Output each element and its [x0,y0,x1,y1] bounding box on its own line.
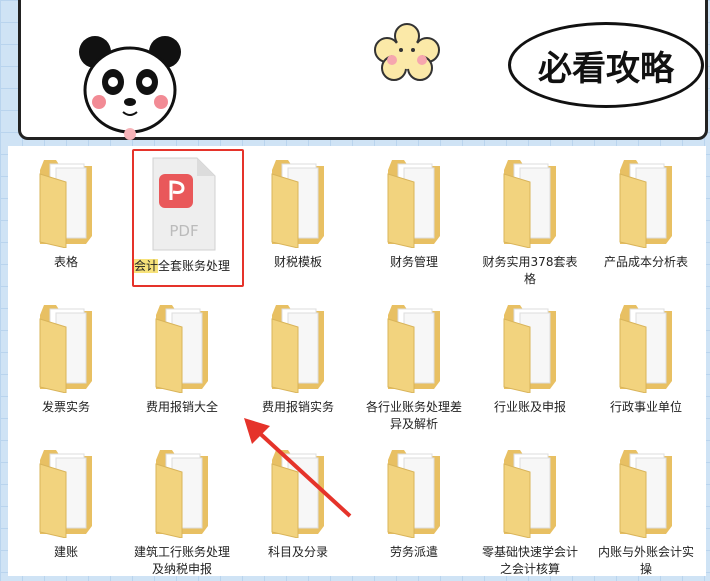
name-text: 零基础快速学会计之会计核算 [481,545,578,576]
name-text: 表格 [53,255,78,269]
name-text: 行政事业单位 [609,400,682,414]
name-text: 财务实用378套表格 [482,255,578,286]
folder-item[interactable]: 财务管理 [356,146,472,291]
folder-icon [152,446,212,539]
folder-item[interactable]: 财务实用378套表格 [472,146,588,291]
name-text: 财税模板 [273,255,322,269]
svg-text:PDF: PDF [169,222,198,240]
file-name-label: 内账与外账会计实操 [596,544,696,578]
file-grid: 表格 PDF 会计全套账务处理 财税模板 财务管理 财务实用378套表格 产品成本分析表发票… [8,146,704,581]
folder-icon [500,301,560,394]
folder-icon [268,446,328,539]
panda-illustration [79,36,181,140]
file-name-label: 费用报销大全 [132,399,232,416]
name-text: 财务管理 [389,255,438,269]
file-name-label: 科目及分录 [248,544,348,561]
folder-item[interactable]: 零基础快速学会计之会计核算 [472,436,588,581]
folder-icon [500,156,560,249]
name-text: 科目及分录 [267,545,328,559]
file-name-label: 建账 [16,544,116,561]
folder-item[interactable]: 科目及分录 [240,436,356,581]
file-name-label: 会计全套账务处理 [132,258,232,275]
name-text: 各行业账务处理差异及解析 [365,400,462,431]
file-name-label: 财税模板 [248,254,348,271]
name-text: 发票实务 [41,400,90,414]
folder-item[interactable]: 行业账及申报 [472,291,588,436]
folder-icon [616,301,676,394]
folder-icon [36,156,96,249]
name-text: 劳务派遣 [389,545,438,559]
folder-item[interactable]: 各行业账务处理差异及解析 [356,291,472,436]
folder-icon [36,446,96,539]
pdf-file-icon: PDF [147,156,217,252]
name-text: 建账 [53,545,78,559]
file-name-label: 财务管理 [364,254,464,271]
name-text: 全套账务处理 [158,259,231,273]
name-text: 产品成本分析表 [603,255,688,269]
file-name-label: 费用报销实务 [248,399,348,416]
folder-icon [616,156,676,249]
folder-item[interactable]: 费用报销实务 [240,291,356,436]
file-explorer-panel: 表格 PDF 会计全套账务处理 财税模板 财务管理 财务实用378套表格 产品成本分析表发票… [8,146,706,576]
folder-icon [268,156,328,249]
file-name-label: 各行业账务处理差异及解析 [364,399,464,433]
file-name-label: 财务实用378套表格 [480,254,580,288]
folder-item[interactable]: 财税模板 [240,146,356,291]
folder-icon [384,301,444,394]
folder-icon [500,446,560,539]
file-name-label: 零基础快速学会计之会计核算 [480,544,580,578]
folder-item[interactable]: 行政事业单位 [588,291,704,436]
flower-illustration [374,23,440,81]
name-text: 费用报销大全 [145,400,218,414]
banner-title: 必看攻略 [538,48,674,89]
folder-icon [36,301,96,394]
folder-icon [268,301,328,394]
file-name-label: 行业账及申报 [480,399,580,416]
folder-icon [152,301,212,394]
folder-item[interactable]: 产品成本分析表 [588,146,704,291]
banner-bubble: 必看攻略 [508,22,704,108]
folder-icon [616,446,676,539]
pdf-file-item[interactable]: PDF 会计全套账务处理 [124,146,240,291]
file-name-label: 劳务派遣 [364,544,464,561]
name-highlight: 会计 [133,259,158,273]
name-text: 内账与外账会计实操 [597,545,694,576]
name-text: 行业账及申报 [493,400,566,414]
file-name-label: 产品成本分析表 [596,254,696,271]
folder-icon [384,156,444,249]
folder-item[interactable]: 费用报销大全 [124,291,240,436]
file-name-label: 表格 [16,254,116,271]
file-name-label: 建筑工行账务处理及纳税申报 [132,544,232,578]
folder-icon [384,446,444,539]
folder-item[interactable]: 建筑工行账务处理及纳税申报 [124,436,240,581]
folder-item[interactable]: 建账 [8,436,124,581]
file-name-label: 行政事业单位 [596,399,696,416]
folder-item[interactable]: 发票实务 [8,291,124,436]
file-name-label: 发票实务 [16,399,116,416]
folder-item[interactable]: 劳务派遣 [356,436,472,581]
folder-item[interactable]: 表格 [8,146,124,291]
name-text: 建筑工行账务处理及纳税申报 [133,545,230,576]
folder-item[interactable]: 内账与外账会计实操 [588,436,704,581]
name-text: 费用报销实务 [261,400,334,414]
